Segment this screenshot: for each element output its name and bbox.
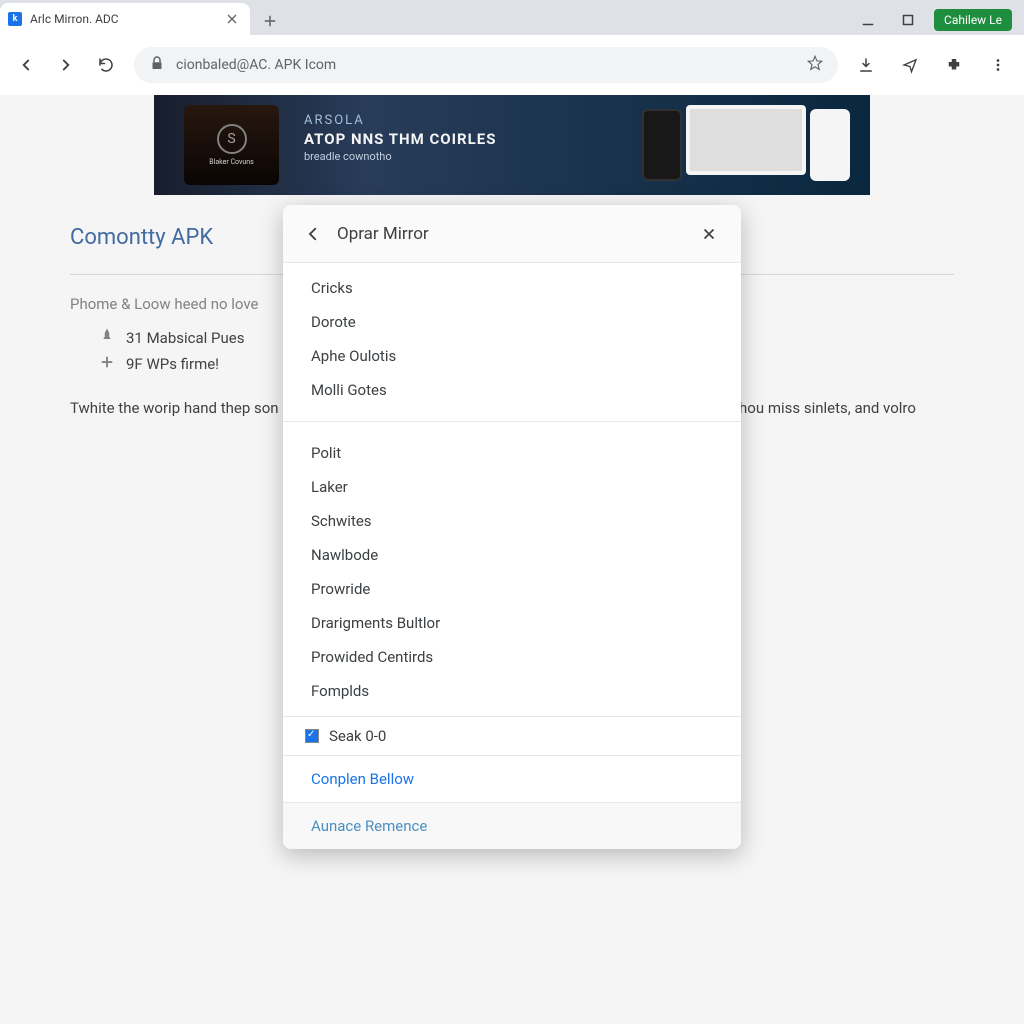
install-icon[interactable]: [848, 47, 884, 83]
back-arrow-icon[interactable]: [301, 222, 325, 246]
forward-button[interactable]: [48, 47, 84, 83]
window-controls: Cahilew Le: [854, 6, 1016, 34]
menu-icon[interactable]: [980, 47, 1016, 83]
tab-favicon: k: [8, 12, 22, 26]
toolbar: cionbaled@AC. APK Icom: [0, 35, 1024, 95]
dialog-option[interactable]: Prowided Centirds: [283, 640, 741, 674]
dialog-title: Oprar Mirror: [337, 224, 429, 244]
dialog-checkbox-row[interactable]: Seak 0-0: [283, 716, 741, 755]
dialog-option[interactable]: Fomplds: [283, 674, 741, 708]
dialog-option[interactable]: Prowride: [283, 572, 741, 606]
new-tab-button[interactable]: [256, 7, 284, 35]
toolbar-actions: [848, 47, 1016, 83]
dialog-option[interactable]: Nawlbode: [283, 538, 741, 572]
close-icon[interactable]: [224, 11, 240, 27]
mirror-dialog: Oprar Mirror Cricks Dorote Aphe Oulotis …: [283, 205, 741, 849]
checkbox-icon[interactable]: [305, 729, 319, 743]
url-text: cionbaled@AC. APK Icom: [176, 57, 336, 73]
dialog-option[interactable]: Molli Gotes: [283, 373, 741, 407]
dialog-option[interactable]: Dorote: [283, 305, 741, 339]
maximize-icon[interactable]: [894, 6, 922, 34]
dialog-option[interactable]: Cricks: [283, 271, 741, 305]
dialog-list-b: Polit Laker Schwites Nawlbode Prowride D…: [283, 428, 741, 716]
dialog-option[interactable]: Laker: [283, 470, 741, 504]
minimize-icon[interactable]: [854, 6, 882, 34]
address-bar[interactable]: cionbaled@AC. APK Icom: [134, 47, 838, 83]
share-icon[interactable]: [892, 47, 928, 83]
dialog-option[interactable]: Aphe Oulotis: [283, 339, 741, 373]
dialog-option[interactable]: Polit: [283, 436, 741, 470]
back-button[interactable]: [8, 47, 44, 83]
dialog-action-primary[interactable]: Conplen Bellow: [283, 755, 741, 802]
browser-chrome: k Arlc Mirron. ADC Cahilew Le cionbaled@…: [0, 0, 1024, 95]
extensions-icon[interactable]: [936, 47, 972, 83]
bookmark-star-icon[interactable]: [806, 54, 824, 76]
dialog-list-a: Cricks Dorote Aphe Oulotis Molli Gotes: [283, 263, 741, 415]
dialog-separator: [283, 421, 741, 422]
dialog-action-secondary[interactable]: Aunace Remence: [283, 802, 741, 849]
reload-button[interactable]: [88, 47, 124, 83]
dialog-header: Oprar Mirror: [283, 205, 741, 263]
close-icon[interactable]: [695, 220, 723, 248]
update-badge[interactable]: Cahilew Le: [934, 9, 1012, 31]
dialog-option[interactable]: Schwites: [283, 504, 741, 538]
tab-title: Arlc Mirron. ADC: [30, 12, 216, 26]
lock-icon: [148, 54, 166, 76]
checkbox-label: Seak 0-0: [329, 727, 386, 745]
browser-tab[interactable]: k Arlc Mirron. ADC: [0, 3, 250, 35]
dialog-option[interactable]: Drarigments Bultlor: [283, 606, 741, 640]
